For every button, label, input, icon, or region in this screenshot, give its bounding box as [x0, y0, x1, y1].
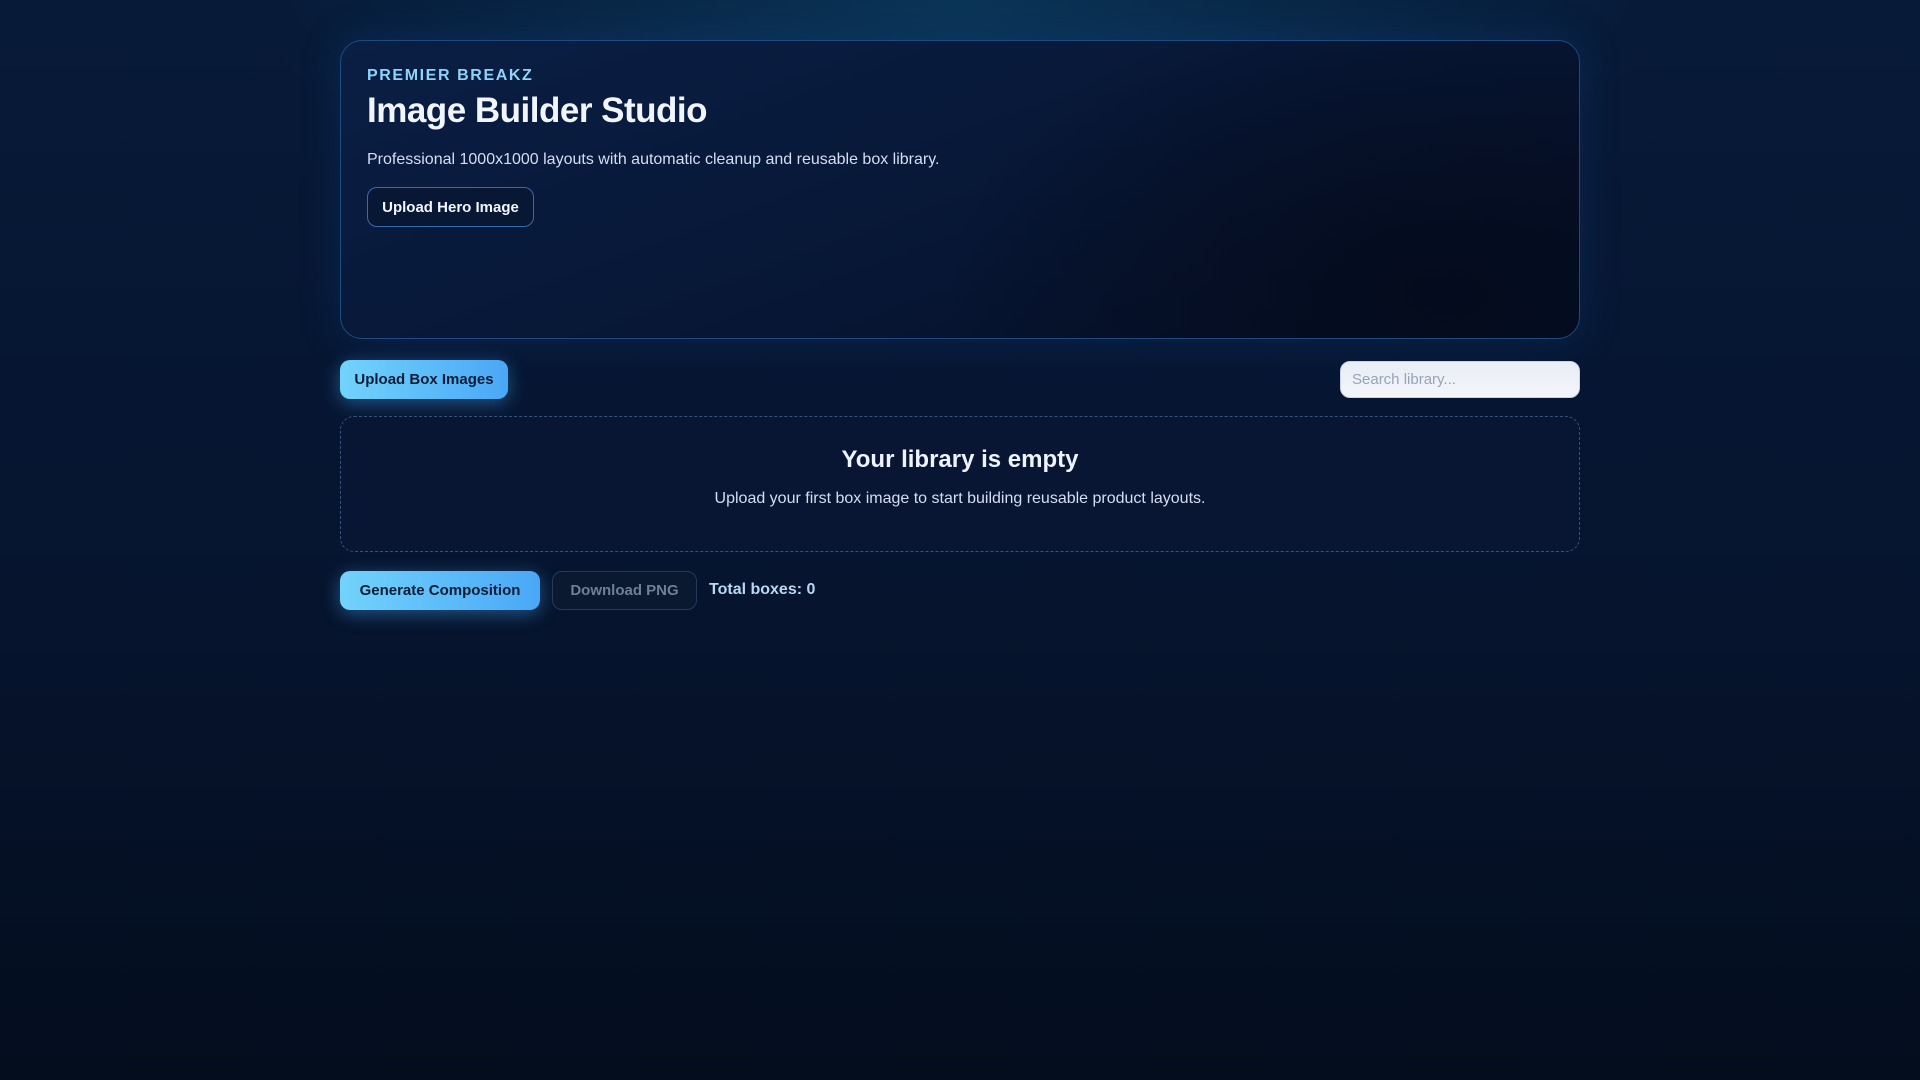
- empty-text: Upload your first box image to start bui…: [714, 490, 1206, 507]
- hero-card: PREMIER BREAKZ Image Builder Studio Prof…: [340, 40, 1580, 339]
- upload-hero-image-button[interactable]: Upload Hero Image: [367, 187, 534, 227]
- brand-label: PREMIER BREAKZ: [367, 67, 534, 84]
- page-subtitle: Professional 1000x1000 layouts with auto…: [367, 151, 940, 168]
- page-title: Image Builder Studio: [367, 91, 708, 130]
- library-empty-state: Your library is empty Upload your first …: [340, 416, 1580, 552]
- total-boxes-count: Total boxes: 0: [709, 581, 816, 598]
- upload-box-images-button[interactable]: Upload Box Images: [340, 360, 508, 399]
- generate-composition-button[interactable]: Generate Composition: [340, 571, 540, 610]
- download-png-button[interactable]: Download PNG: [552, 571, 697, 610]
- empty-title: Your library is empty: [841, 446, 1079, 473]
- search-library-input[interactable]: [1340, 361, 1580, 398]
